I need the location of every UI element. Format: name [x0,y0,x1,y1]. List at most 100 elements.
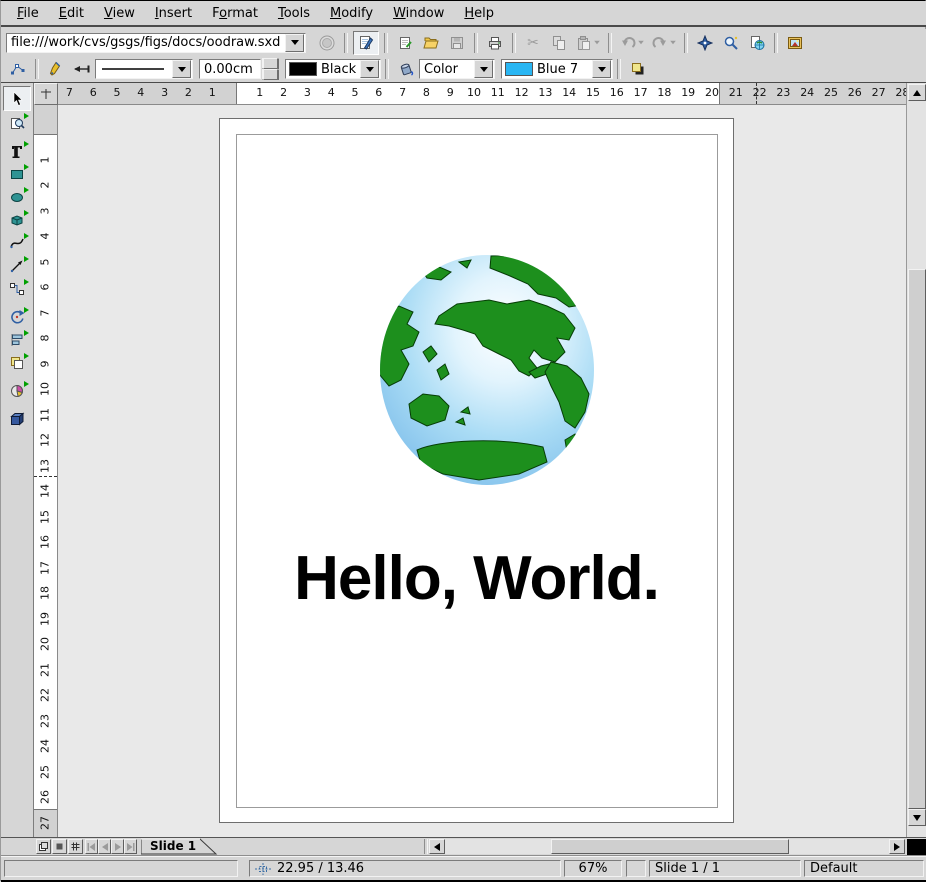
print-button[interactable] [483,32,507,54]
open-button[interactable] [419,32,443,54]
horizontal-ruler[interactable]: 7654321123456789101112131415161718192021… [58,83,906,105]
connector-tool-button[interactable] [4,277,30,300]
rotate-tool-button[interactable] [4,305,30,328]
ruler-tick-label: 6 [39,284,52,291]
fill-style-select[interactable]: Color [419,59,495,79]
ruler-origin-button[interactable] [34,83,58,105]
menu-item-file[interactable]: File [7,4,49,23]
menu-item-window[interactable]: Window [383,4,454,23]
horizontal-scrollbar[interactable] [445,839,889,854]
vertical-scroll-thumb[interactable] [908,269,926,809]
slide-text[interactable]: Hello, World. [220,543,733,614]
edit-file-button[interactable] [353,31,379,55]
ruler-tick-label: 25 [39,765,52,779]
edit-points-button[interactable] [6,58,30,80]
rectangle-tool-button[interactable] [4,162,30,185]
status-slide-field[interactable]: Slide 1 / 1 [649,860,801,877]
menu-item-format[interactable]: Format [202,4,268,23]
paint-can-icon [398,61,415,77]
next-slide-button[interactable] [111,839,124,854]
horizontal-scroll-thumb[interactable] [551,839,789,854]
line-color-select[interactable]: Black [285,59,381,79]
ruler-tick-label: 1 [256,86,263,99]
fill-color-select[interactable]: Blue 7 [501,59,613,79]
url-dropdown-button[interactable] [285,34,304,52]
undo-button[interactable] [617,32,647,54]
flyout-triangle-icon [24,210,29,216]
save-button[interactable] [445,32,469,54]
new-document-button[interactable] [393,32,417,54]
corner-resize-grip[interactable] [907,839,926,855]
url-input[interactable] [7,35,285,50]
hyperlink-button[interactable] [745,32,769,54]
tab-slide-1[interactable]: Slide 1 [141,838,219,855]
status-style-field[interactable]: Default [804,860,924,877]
menu-item-insert[interactable]: Insert [145,4,202,23]
zoom-button[interactable] [719,32,743,54]
fill-button[interactable] [394,58,418,80]
3d-controller-tool-button[interactable] [4,407,30,430]
fill-color-dropdown-button[interactable] [592,60,611,78]
arrow-ends-icon [73,61,91,77]
paste-button[interactable] [573,32,603,54]
layer-mode-button[interactable] [36,839,51,854]
bottom-bar: Slide 1 [1,837,926,855]
line-style-select[interactable] [95,59,193,79]
first-slide-button[interactable] [85,839,98,854]
vertical-scrollbar[interactable] [906,83,926,837]
background-mode-button[interactable] [68,839,83,854]
cut-button[interactable]: ✂ [521,32,545,54]
url-combobox[interactable] [6,33,306,53]
line-width-up-button[interactable] [262,58,279,69]
3d-objects-tool-button[interactable] [4,208,30,231]
menu-item-modify[interactable]: Modify [320,4,383,23]
ruler-tick-label: 5 [352,86,359,99]
menu-item-help[interactable]: Help [454,4,504,23]
zoom-tool-button[interactable] [4,111,30,134]
lines-arrows-tool-button[interactable] [4,254,30,277]
copy-button[interactable] [547,32,571,54]
slide-mode-button[interactable] [52,839,67,854]
ruler-tick-label: 14 [562,86,576,99]
alignment-tool-button[interactable] [4,328,30,351]
redo-button[interactable] [649,32,679,54]
scroll-left-button[interactable] [429,839,445,854]
scroll-down-button[interactable] [908,809,926,826]
menu-item-tools[interactable]: Tools [268,4,320,23]
scroll-up-button[interactable] [908,84,926,101]
navigator-button[interactable] [693,32,717,54]
line-button[interactable] [44,58,68,80]
line-style-preview [96,64,172,74]
shadow-button[interactable] [626,58,650,80]
stop-button[interactable] [315,32,339,54]
line-width-value: 0.00cm [200,62,260,77]
scroll-right-button[interactable] [889,839,905,854]
text-tool-button[interactable] [4,139,30,162]
drawing-canvas[interactable]: Hello, World. [58,105,906,837]
tab-scrollbar-splitter[interactable] [424,839,428,854]
status-position-field[interactable]: 22.95 / 13.46 [249,860,561,877]
insert-tool-button[interactable] [4,379,30,402]
line-width-down-button[interactable] [262,69,279,80]
line-style-dropdown-button[interactable] [172,60,191,78]
ellipse-tool-button[interactable] [4,185,30,208]
fill-style-dropdown-button[interactable] [474,60,493,78]
slide-page[interactable]: Hello, World. [219,118,734,823]
menu-item-edit[interactable]: Edit [49,4,94,23]
arrow-style-button[interactable] [70,58,94,80]
gallery-button[interactable] [783,32,807,54]
globe-image[interactable] [379,254,595,486]
last-slide-button[interactable] [124,839,137,854]
ruler-tick-label: 11 [491,86,505,99]
menu-item-view[interactable]: View [94,4,145,23]
select-tool-button[interactable] [3,86,31,111]
vertical-ruler[interactable]: 1234567891011121314151617181920212223242… [34,105,58,837]
line-color-dropdown-button[interactable] [360,60,379,78]
curve-tool-button[interactable] [4,231,30,254]
previous-slide-button[interactable] [98,839,111,854]
first-icon [87,843,96,851]
line-width-field[interactable]: 0.00cm [199,59,261,79]
status-zoom-field[interactable]: 67% [564,860,622,877]
flyout-triangle-icon [24,233,29,239]
arrange-tool-button[interactable] [4,351,30,374]
